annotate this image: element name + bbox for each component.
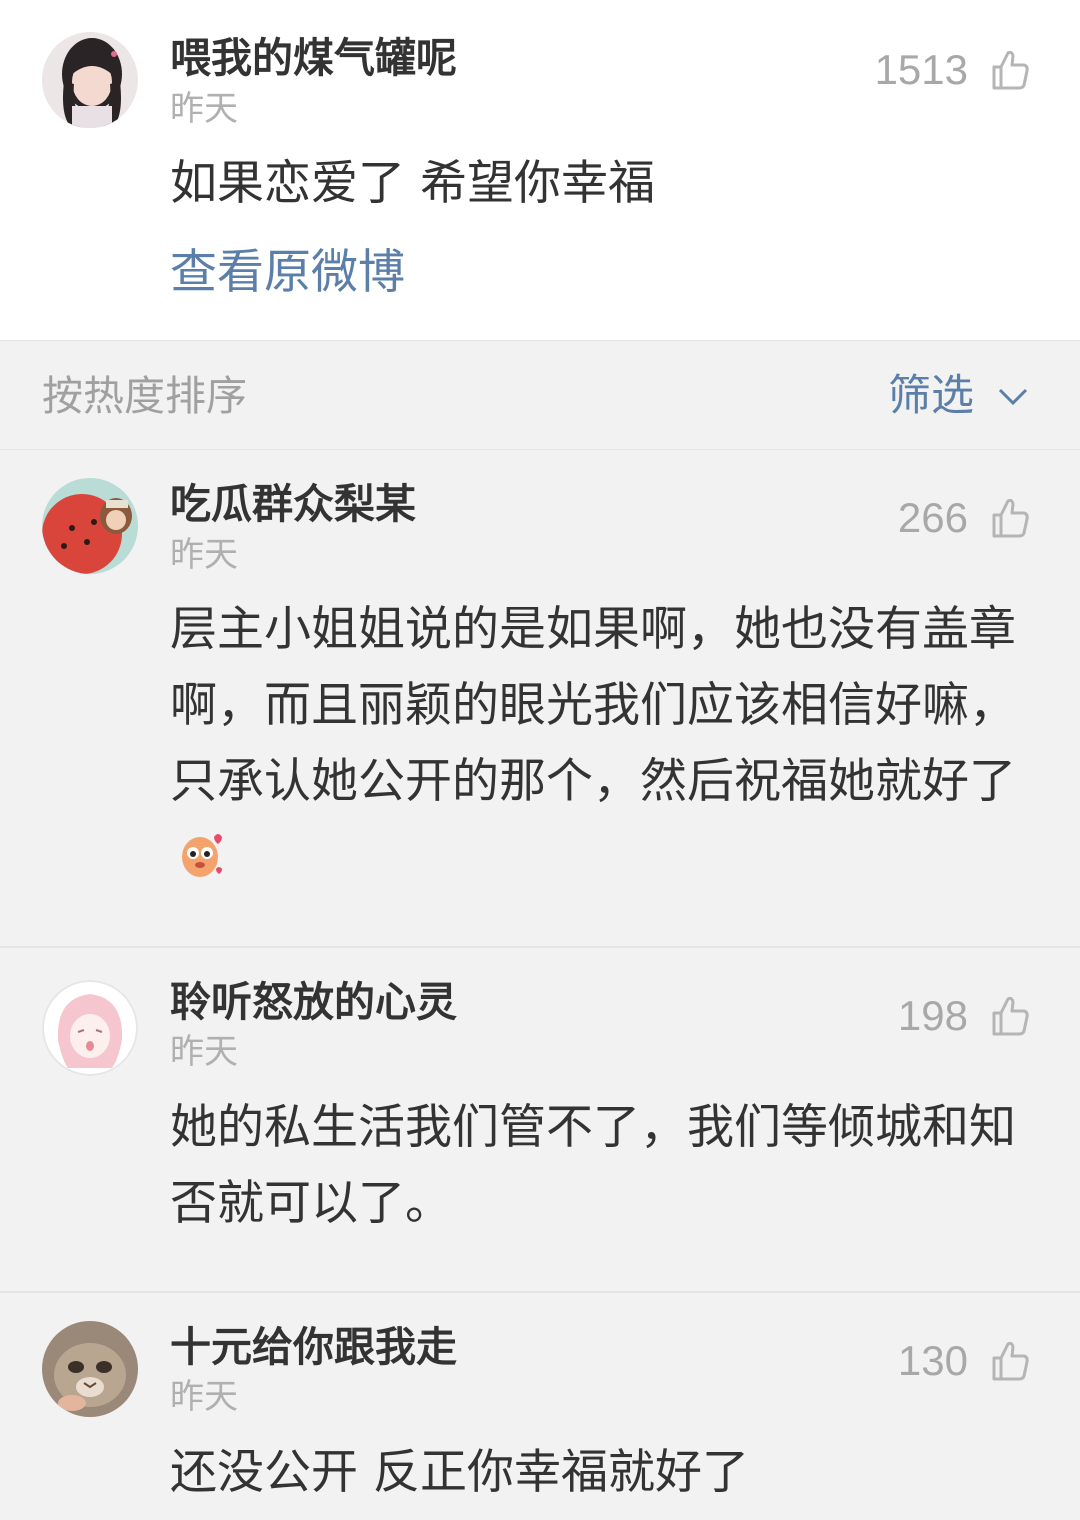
- avatar[interactable]: [42, 980, 138, 1076]
- sort-bar: 按热度排序 筛选: [0, 340, 1080, 450]
- avatar-cat-image: [42, 1321, 138, 1417]
- avatar-girl-image: [42, 32, 138, 128]
- username[interactable]: 吃瓜群众梨某: [170, 478, 416, 530]
- like-button[interactable]: 266: [898, 492, 1030, 544]
- root-comment: 喂我的煤气罐呢 昨天 1513 如果恋爱了 希望你幸福 查看原微博: [0, 0, 1080, 340]
- comment-item: 十元给你跟我走 昨天 130 还没公开 反正你幸福就好了: [0, 1291, 1080, 1520]
- like-count: 130: [897, 1337, 968, 1384]
- comment-text: 层主小姐姐说的是如果啊，她也没有盖章啊，而且丽颖的眼光我们应该相信好嘛，只承认她…: [170, 592, 1030, 896]
- filter-label: 筛选: [888, 371, 974, 421]
- comment-text-content: 层主小姐姐说的是如果啊，她也没有盖章啊，而且丽颖的眼光我们应该相信好嘛，只承认她…: [170, 602, 1016, 809]
- thumbs-up-icon: [992, 1341, 1029, 1381]
- avatar[interactable]: [42, 478, 138, 574]
- like-count: 266: [897, 494, 968, 541]
- username[interactable]: 喂我的煤气罐呢: [170, 32, 457, 84]
- avatar-anime-girl-image: [42, 980, 138, 1076]
- thumbs-up-icon: [992, 498, 1029, 538]
- timestamp: 昨天: [170, 535, 238, 575]
- thumbs-up-icon: [992, 50, 1029, 90]
- like-count: 198: [897, 992, 968, 1039]
- filter-button[interactable]: 筛选: [888, 365, 1030, 427]
- like-count: 1513: [874, 46, 968, 93]
- like-button[interactable]: 198: [898, 990, 1030, 1042]
- like-button[interactable]: 1513: [875, 44, 1030, 96]
- comment-item: 聆听怒放的心灵 昨天 198 她的私生活我们管不了，我们等倾城和知否就可以了。: [0, 946, 1080, 1291]
- timestamp: 昨天: [170, 1377, 238, 1417]
- chevron-down-icon: [998, 388, 1028, 406]
- like-button[interactable]: 130: [898, 1335, 1030, 1387]
- comment-item: 吃瓜群众梨某 昨天 266 层主小姐姐说的是如果啊，她也没有盖章啊，而且丽颖的眼…: [0, 450, 1080, 946]
- avatar[interactable]: [42, 32, 138, 128]
- timestamp: 昨天: [170, 89, 238, 129]
- comment-text: 如果恋爱了 希望你幸福: [170, 156, 655, 211]
- username[interactable]: 聆听怒放的心灵: [170, 976, 457, 1028]
- cute-emoji-icon: [182, 834, 222, 877]
- username[interactable]: 十元给你跟我走: [170, 1321, 457, 1373]
- timestamp: 昨天: [170, 1032, 238, 1072]
- comment-text: 她的私生活我们管不了，我们等倾城和知否就可以了。: [170, 1100, 1016, 1231]
- view-original-link[interactable]: 查看原微博: [170, 243, 405, 303]
- sort-by-hot-button[interactable]: 按热度排序: [42, 368, 247, 424]
- avatar-watermelon-image: [42, 478, 138, 574]
- comment-text: 还没公开 反正你幸福就好了: [170, 1445, 749, 1500]
- avatar[interactable]: [42, 1321, 138, 1417]
- thumbs-up-icon: [992, 996, 1029, 1036]
